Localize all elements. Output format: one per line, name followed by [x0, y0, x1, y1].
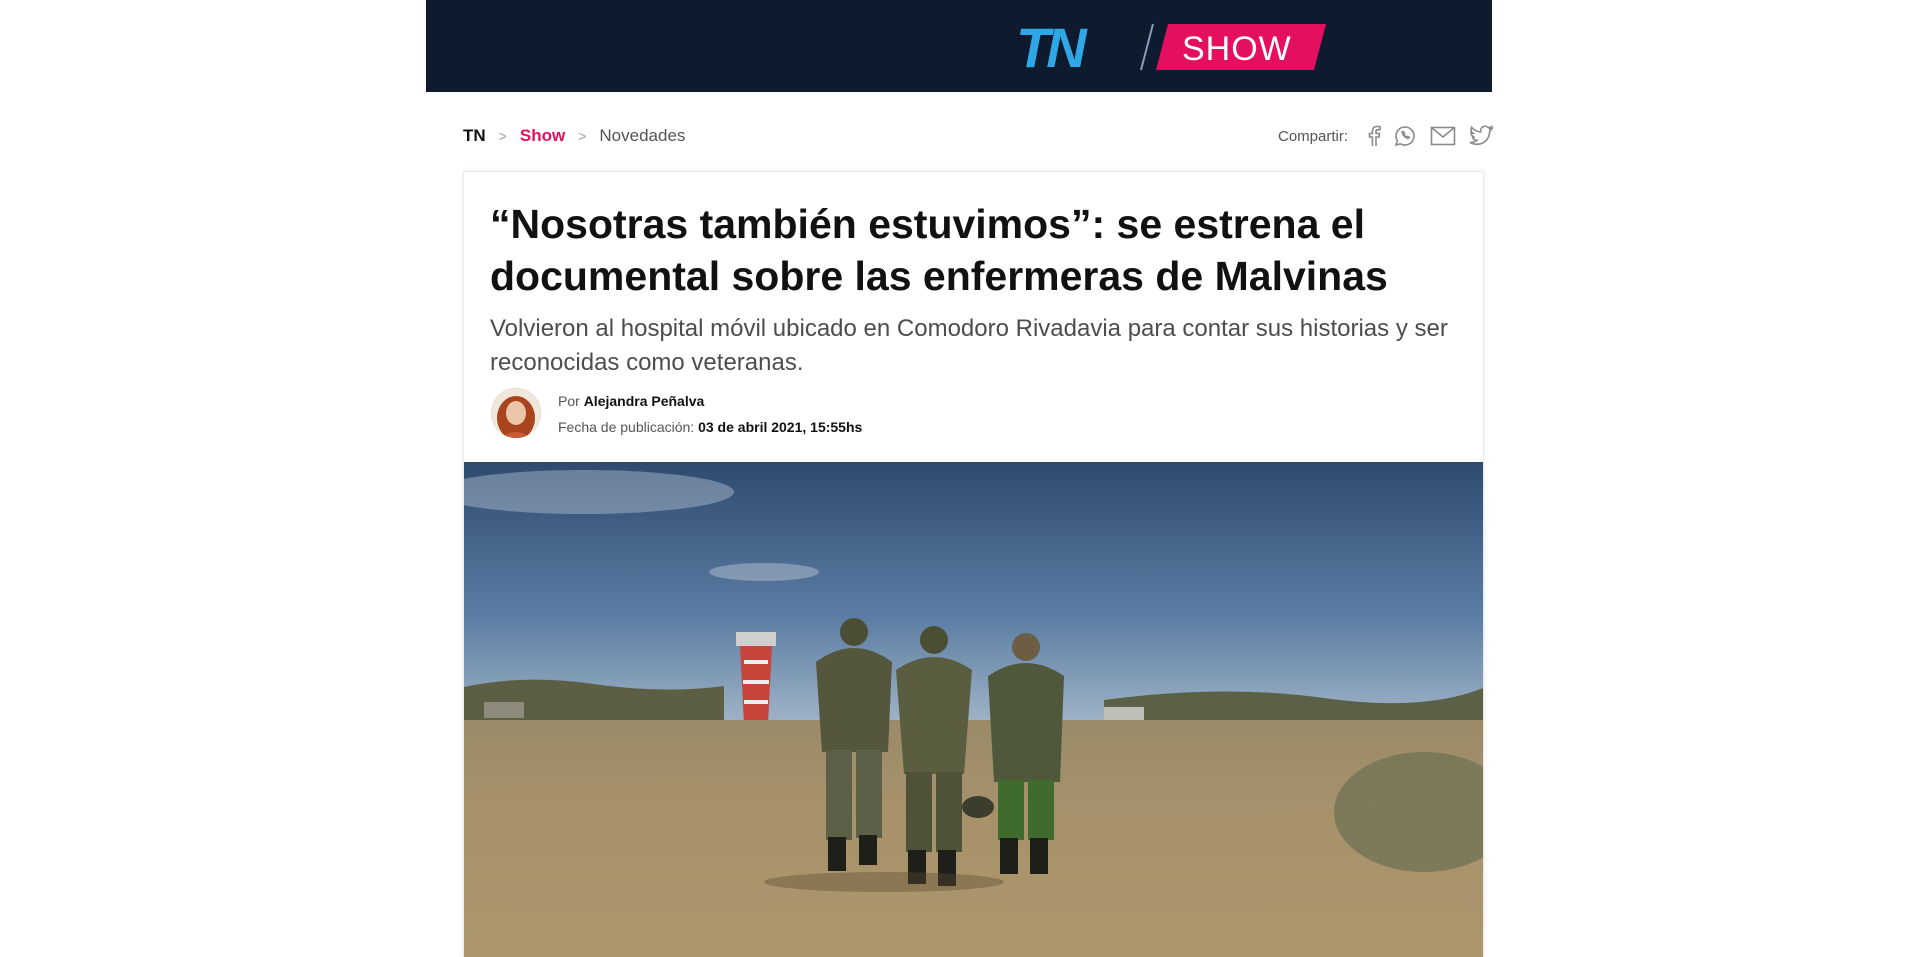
author-name[interactable]: Alejandra Peñalva	[584, 393, 705, 409]
article-subtitle: Volvieron al hospital móvil ubicado en C…	[490, 315, 1448, 376]
share-bar: Compartir:	[1278, 122, 1494, 150]
breadcrumb-home[interactable]: TN	[463, 126, 486, 146]
author-avatar-image	[491, 388, 541, 438]
logo-slash	[1140, 23, 1154, 71]
share-label: Compartir:	[1278, 127, 1349, 145]
tn-show-logo[interactable]: TN SHOW	[1016, 22, 1328, 72]
twitter-icon[interactable]	[1468, 125, 1494, 147]
date-value: 03 de abril 2021, 15:55hs	[698, 419, 863, 435]
article-title: “Nosotras también estuvimos”: se estrena…	[490, 201, 1388, 299]
author-prefix: Por	[558, 393, 580, 409]
article-photo[interactable]	[464, 462, 1483, 957]
author-byline: Por Alejandra Peñalva	[558, 393, 704, 409]
whatsapp-icon[interactable]	[1394, 125, 1416, 147]
article-photo-illustration	[464, 462, 1483, 957]
logo-tn-text: TN	[1016, 22, 1088, 72]
facebook-icon[interactable]	[1366, 125, 1382, 147]
breadcrumb-current[interactable]: Novedades	[599, 126, 685, 146]
breadcrumb-separator: >	[498, 128, 507, 144]
site-header: TN SHOW	[426, 0, 1492, 92]
article-card: “Nosotras también estuvimos”: se estrena…	[463, 171, 1484, 957]
logo-show-text: SHOW	[1182, 30, 1292, 68]
page: TN SHOW TN > Show > Novedades Compartir:…	[0, 0, 1909, 957]
breadcrumb-section[interactable]: Show	[520, 126, 565, 146]
breadcrumb: TN > Show > Novedades	[463, 124, 685, 148]
author-avatar[interactable]	[491, 388, 541, 438]
breadcrumb-separator: >	[578, 128, 587, 144]
publication-date: Fecha de publicación: 03 de abril 2021, …	[558, 419, 862, 435]
email-icon[interactable]	[1430, 126, 1456, 146]
date-label: Fecha de publicación:	[558, 419, 695, 435]
